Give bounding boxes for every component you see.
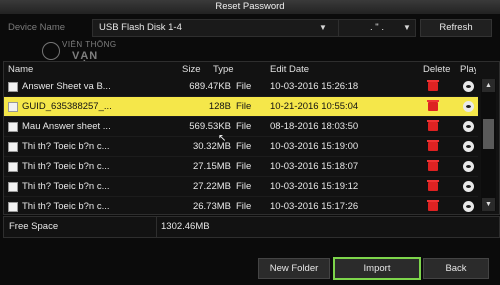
file-edit-date: 10-03-2016 15:18:07 (270, 161, 359, 172)
file-name: Thi th? Toeic b?n c... (22, 141, 110, 152)
scroll-down-icon[interactable]: ▼ (482, 198, 495, 211)
play-eye-icon[interactable] (463, 141, 474, 152)
row-checkbox[interactable] (8, 202, 18, 212)
trash-icon[interactable] (427, 120, 439, 131)
file-rows: Answer Sheet va B... 689.47KB File 10-03-20… (4, 77, 478, 217)
file-type: File (236, 141, 252, 152)
play-eye-icon[interactable] (463, 81, 474, 92)
file-name: Thi th? Toeic b?n c... (22, 201, 110, 212)
chevron-down-icon: ▼ (403, 23, 411, 32)
column-play-header: Play (460, 64, 476, 75)
file-size: 26.73MB (192, 201, 231, 212)
column-size-header: Size (182, 64, 201, 75)
file-size: 27.15MB (192, 161, 231, 172)
column-date-header: Edit Date (270, 64, 310, 75)
bottom-bar: New Folder Import Back (0, 250, 500, 285)
play-eye-icon[interactable] (463, 101, 474, 112)
row-checkbox[interactable] (8, 122, 18, 132)
trash-icon[interactable] (427, 200, 439, 211)
table-header: Name Size Type Edit Date Delete Play (4, 62, 499, 76)
play-eye-icon[interactable] (463, 201, 474, 212)
trash-icon[interactable] (427, 160, 439, 171)
play-eye-icon[interactable] (463, 121, 474, 132)
table-row[interactable]: Thi th? Toeic b?n c... 30.32MB File 10-03-2… (4, 137, 478, 157)
watermark-line1: VIỄN THÔNG (62, 40, 117, 49)
file-type: File (236, 81, 252, 92)
trash-icon[interactable] (427, 180, 439, 191)
device-select-value: USB Flash Disk 1-4 (99, 22, 182, 33)
row-checkbox[interactable] (8, 142, 18, 152)
file-edit-date: 10-03-2016 15:26:18 (270, 81, 359, 92)
file-name: Answer Sheet va B... (22, 81, 111, 92)
chevron-down-icon: ▼ (319, 23, 327, 32)
row-checkbox[interactable] (8, 82, 18, 92)
file-edit-date: 10-03-2016 15:19:12 (270, 181, 359, 192)
file-edit-date: 10-03-2016 15:17:26 (270, 201, 359, 212)
table-row[interactable]: GUID_635388257_... 128B File 10-21-2016 10:… (4, 97, 478, 117)
scroll-up-icon[interactable]: ▲ (482, 79, 495, 92)
secondary-select-value: . " . (370, 22, 384, 33)
trash-icon[interactable] (427, 100, 439, 111)
row-checkbox[interactable] (8, 182, 18, 192)
refresh-button[interactable]: Refresh (420, 19, 492, 37)
file-type: File (236, 101, 252, 112)
table-row[interactable]: Thi th? Toeic b?n c... 26.73MB File 10-03-2… (4, 197, 478, 217)
column-delete-header: Delete (423, 64, 451, 75)
new-folder-button[interactable]: New Folder (258, 258, 330, 279)
trash-icon[interactable] (427, 80, 439, 91)
import-button[interactable]: Import (333, 257, 421, 280)
logo-icon (42, 42, 60, 60)
file-type: File (236, 181, 252, 192)
device-name-label: Device Name (8, 22, 66, 33)
file-size: 27.22MB (192, 181, 231, 192)
table-row[interactable]: Thi th? Toeic b?n c... 27.15MB File 10-03-2… (4, 157, 478, 177)
file-edit-date: 08-18-2016 18:03:50 (270, 121, 359, 132)
file-name: Thi th? Toeic b?n c... (22, 161, 110, 172)
free-space-value: 1302.46MB (156, 217, 210, 237)
table-row[interactable]: Thi th? Toeic b?n c... 27.22MB File 10-03-2… (4, 177, 478, 197)
file-size: 689.47KB (189, 81, 231, 92)
file-edit-date: 10-21-2016 10:55:04 (270, 101, 359, 112)
row-checkbox[interactable] (8, 162, 18, 172)
row-checkbox[interactable] (8, 102, 18, 112)
file-list-panel: Name Size Type Edit Date Delete Play Ans… (3, 61, 500, 217)
mouse-cursor-icon: ↖ (218, 133, 227, 144)
table-row[interactable]: Answer Sheet va B... 689.47KB File 10-03-20… (4, 77, 478, 97)
column-type-header: Type (213, 64, 234, 75)
file-name: Mau Answer sheet ... (22, 121, 111, 132)
device-row: Device Name USB Flash Disk 1-4 ▼ . " . ▼… (0, 14, 500, 40)
file-edit-date: 10-03-2016 15:19:00 (270, 141, 359, 152)
file-name: Thi th? Toeic b?n c... (22, 181, 110, 192)
play-eye-icon[interactable] (463, 181, 474, 192)
play-eye-icon[interactable] (463, 161, 474, 172)
scrollbar[interactable]: ▲ ▼ (481, 79, 496, 211)
file-type: File (236, 121, 252, 132)
table-row[interactable]: Mau Answer sheet ... 569.53KB File 08-18-20… (4, 117, 478, 137)
file-type: File (236, 201, 252, 212)
secondary-select[interactable]: . " . ▼ (338, 19, 416, 37)
column-name-header: Name (8, 64, 34, 75)
free-space-row: Free Space 1302.46MB (3, 216, 500, 238)
trash-icon[interactable] (427, 140, 439, 151)
window-title: Reset Password (0, 0, 500, 14)
free-space-label: Free Space (9, 221, 59, 232)
file-size: 128B (208, 101, 231, 112)
scrollbar-thumb[interactable] (483, 119, 494, 149)
device-select[interactable]: USB Flash Disk 1-4 ▼ (92, 19, 340, 37)
file-type: File (236, 161, 252, 172)
back-button[interactable]: Back (423, 258, 489, 279)
file-name: GUID_635388257_... (22, 101, 112, 112)
